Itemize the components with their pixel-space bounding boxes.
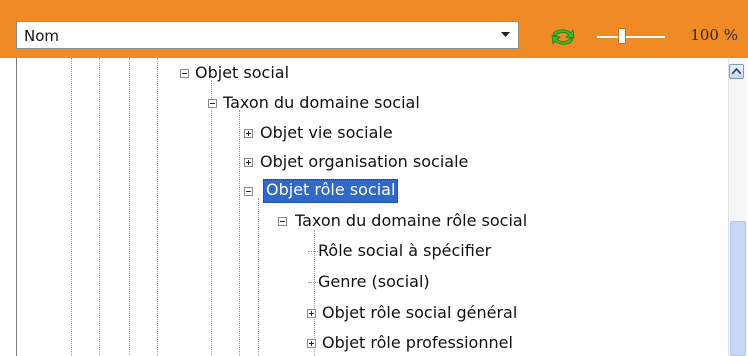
sort-field-dropdown[interactable]: Nom <box>16 21 519 49</box>
collapse-toggle[interactable] <box>208 99 217 108</box>
zoom-slider[interactable] <box>597 28 665 46</box>
tree-node-objet-social[interactable]: Objet social <box>195 62 289 84</box>
zoom-slider-track <box>597 36 665 38</box>
refresh-icon[interactable] <box>548 26 578 48</box>
tree-node-objet-organisation-sociale[interactable]: Objet organisation sociale <box>260 151 468 173</box>
zoom-slider-thumb[interactable] <box>618 28 626 44</box>
tree-node-objet-role-social[interactable]: Objet rôle social <box>263 179 399 203</box>
collapse-toggle[interactable] <box>180 69 189 78</box>
collapse-toggle[interactable] <box>278 217 287 226</box>
tree-connector <box>308 282 318 283</box>
tree-guide-line <box>99 58 100 356</box>
toolbar: Nom 100 % <box>0 0 748 58</box>
tree-node-taxon-domaine-role-social[interactable]: Taxon du domaine rôle social <box>295 210 527 232</box>
tree-guide-line <box>157 58 158 356</box>
tree-guide-line <box>239 110 240 356</box>
chevron-down-icon[interactable] <box>493 23 517 47</box>
tree-node-objet-role-social-general[interactable]: Objet rôle social général <box>322 302 517 324</box>
tree-connector <box>308 251 318 252</box>
tree-guide-line <box>211 80 212 356</box>
tree-guide-line <box>314 230 315 356</box>
expand-toggle[interactable] <box>307 339 316 348</box>
sort-field-value: Nom <box>24 27 60 45</box>
expand-toggle[interactable] <box>244 158 253 167</box>
tree-guide-line <box>129 58 130 356</box>
tree-node-objet-vie-sociale[interactable]: Objet vie sociale <box>260 122 393 144</box>
scroll-up-button[interactable] <box>729 64 744 79</box>
expand-toggle[interactable] <box>307 309 316 318</box>
tree-view[interactable]: Objet social Taxon du domaine social Obj… <box>16 58 747 356</box>
zoom-level-label: 100 % <box>690 26 738 44</box>
tree-node-genre-social[interactable]: Genre (social) <box>318 271 430 293</box>
tree-node-role-social-a-specifier[interactable]: Rôle social à spécifier <box>318 240 491 262</box>
tree-guide-line <box>71 58 72 356</box>
expand-toggle[interactable] <box>244 129 253 138</box>
tree-guide-line <box>258 198 259 356</box>
vertical-scrollbar[interactable] <box>728 58 747 356</box>
scrollbar-thumb[interactable] <box>730 221 746 356</box>
tree-node-objet-role-professionnel[interactable]: Objet rôle professionnel <box>322 332 513 354</box>
collapse-toggle[interactable] <box>244 187 253 196</box>
tree-node-taxon-domaine-social[interactable]: Taxon du domaine social <box>223 92 420 114</box>
